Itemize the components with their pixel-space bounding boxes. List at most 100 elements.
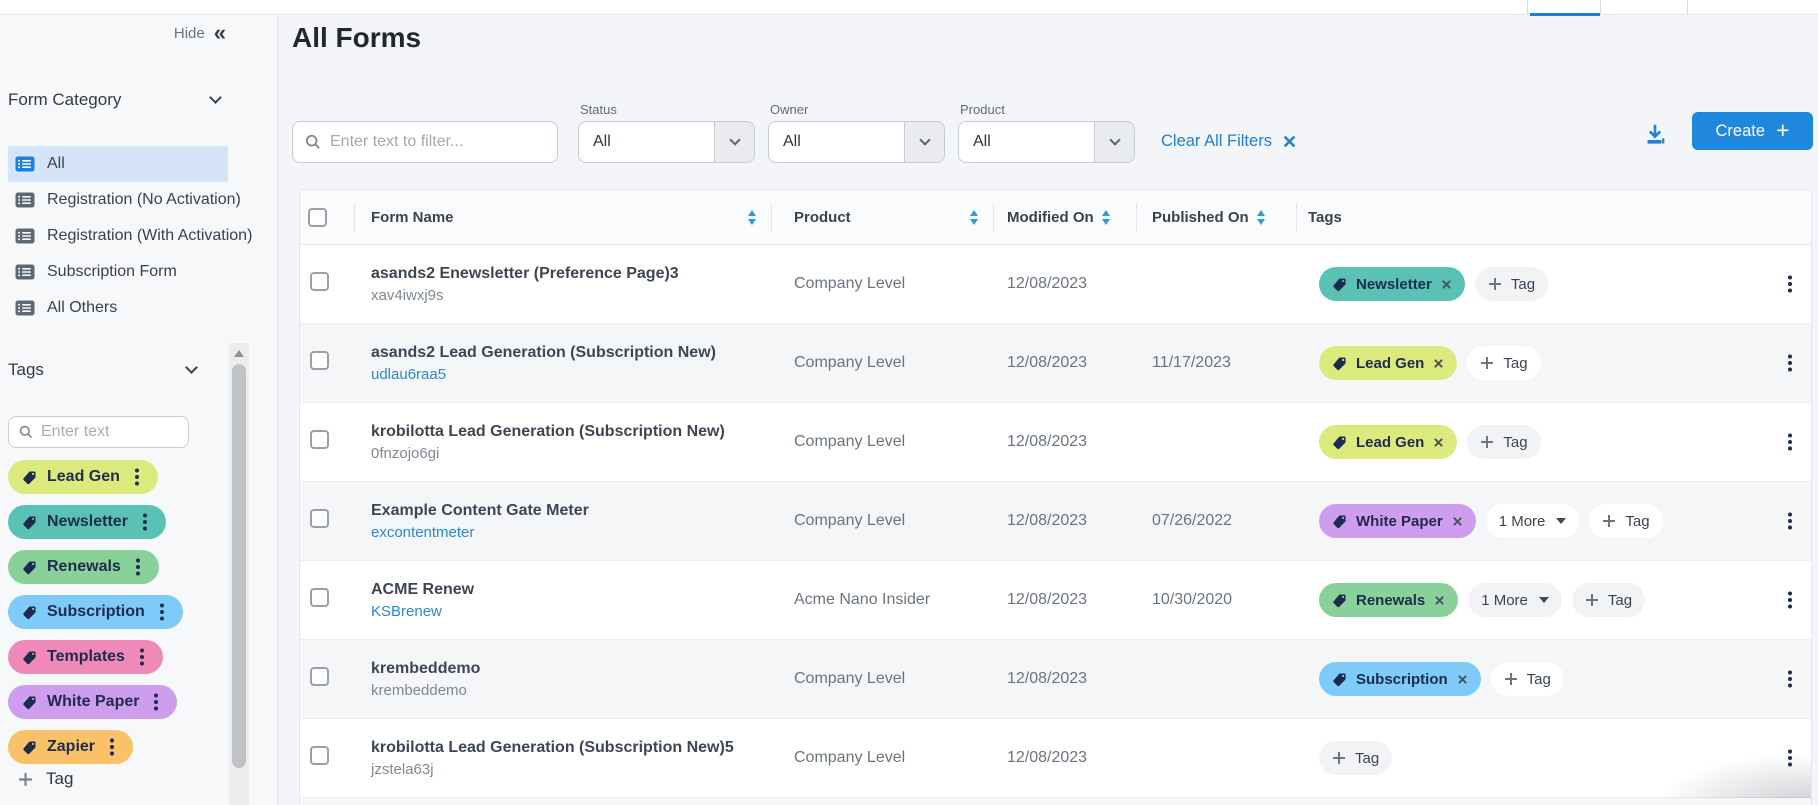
tag-icon [1332, 593, 1347, 608]
add-tag-button[interactable]: Tag [1467, 346, 1540, 380]
more-tags-label: 1 More [1481, 592, 1528, 609]
row-menu-kebab-icon[interactable] [1783, 353, 1797, 373]
form-id[interactable]: krembeddemo [371, 682, 772, 699]
row-menu-kebab-icon[interactable] [1783, 669, 1797, 689]
row-menu-kebab-icon[interactable] [1783, 432, 1797, 452]
row-checkbox[interactable] [310, 509, 329, 528]
sidebar-category-item[interactable]: Registration (No Activation) [8, 182, 228, 218]
form-category-title: Form Category [8, 90, 121, 110]
select-chevron-button[interactable] [714, 122, 754, 162]
remove-tag-icon[interactable] [1457, 674, 1468, 685]
clear-all-filters-button[interactable]: Clear All Filters [1161, 132, 1296, 151]
sidebar-tag-pill[interactable]: Zapier [8, 730, 133, 764]
remove-tag-icon[interactable] [1452, 516, 1463, 527]
form-category-header[interactable]: Form Category [8, 90, 220, 110]
column-header-published-on[interactable]: Published On [1137, 190, 1297, 245]
form-id[interactable]: KSBrenew [371, 603, 772, 620]
filter-text-input[interactable] [330, 133, 545, 151]
hide-sidebar-button[interactable]: Hide « [0, 24, 226, 42]
remove-tag-icon[interactable] [1434, 595, 1445, 606]
published-on-cell: 07/26/2022 [1137, 512, 1297, 530]
sidebar-tag-pill[interactable]: Lead Gen [8, 460, 158, 494]
row-checkbox[interactable] [310, 430, 329, 449]
row-checkbox[interactable] [310, 746, 329, 765]
filter-select[interactable]: All [768, 121, 945, 163]
select-chevron-button[interactable] [904, 122, 944, 162]
tags-header[interactable]: Tags [8, 360, 196, 380]
table-header: Form Name Product Modified On Published … [300, 190, 1811, 245]
sort-icon[interactable] [748, 210, 756, 225]
form-name[interactable]: krembeddemo [371, 660, 772, 678]
add-tag-button[interactable]: Tag [1589, 504, 1662, 538]
remove-tag-icon[interactable] [1441, 279, 1452, 290]
form-name[interactable]: krobilotta Lead Generation (Subscription… [371, 423, 772, 441]
tag-options-kebab-icon[interactable] [135, 647, 149, 667]
row-checkbox[interactable] [310, 667, 329, 686]
more-tags-button[interactable]: 1 More [1468, 583, 1562, 617]
table-row: krobilotta Lead Generation (Subscription… [300, 719, 1811, 798]
filter-select[interactable]: All [578, 121, 755, 163]
form-name[interactable]: asands2 Lead Generation (Subscription Ne… [371, 344, 772, 362]
tag-pill: Lead Gen [1319, 425, 1457, 459]
sidebar-category-item[interactable]: All [8, 146, 228, 182]
form-id[interactable]: 0fnzojo6gi [371, 445, 772, 462]
add-tag-button[interactable]: Tag [1467, 425, 1540, 459]
sidebar-category-item[interactable]: Registration (With Activation) [8, 218, 228, 254]
row-menu-kebab-icon[interactable] [1783, 590, 1797, 610]
sidebar-category-item[interactable]: Subscription Form [8, 254, 228, 290]
select-all-checkbox[interactable] [308, 208, 327, 227]
more-tags-button[interactable]: 1 More [1486, 504, 1580, 538]
form-id[interactable]: xav4iwxj9s [371, 287, 772, 304]
tag-options-kebab-icon[interactable] [105, 737, 119, 757]
add-tag-button[interactable]: Tag [1491, 662, 1564, 696]
filter-label: Status [580, 102, 755, 117]
sort-icon[interactable] [1102, 210, 1110, 225]
row-checkbox[interactable] [310, 588, 329, 607]
form-id[interactable]: jzstela63j [371, 761, 772, 778]
plus-icon [1480, 435, 1494, 449]
remove-tag-icon[interactable] [1433, 358, 1444, 369]
scrollbar-up-arrow[interactable] [234, 350, 244, 357]
form-name[interactable]: krobilotta Lead Generation (Subscription… [371, 739, 772, 757]
column-header-modified-on[interactable]: Modified On [994, 190, 1137, 245]
filter-select[interactable]: All [958, 121, 1135, 163]
tag-search-input[interactable] [41, 423, 178, 441]
scrollbar-thumb[interactable] [232, 364, 246, 768]
sidebar-tag-pill[interactable]: White Paper [8, 685, 177, 719]
tag-options-kebab-icon[interactable] [131, 557, 145, 577]
column-header-form-name[interactable]: Form Name [355, 190, 772, 245]
add-tag-button[interactable]: Tag [1572, 583, 1645, 617]
form-name[interactable]: asands2 Enewsletter (Preference Page)3 [371, 265, 772, 283]
create-button[interactable]: Create + [1692, 112, 1813, 150]
sidebar-tag-pill[interactable]: Newsletter [8, 505, 166, 539]
row-checkbox[interactable] [310, 351, 329, 370]
sidebar-tag-pill[interactable]: Templates [8, 640, 163, 674]
row-menu-kebab-icon[interactable] [1783, 511, 1797, 531]
sidebar-tag-pill[interactable]: Renewals [8, 550, 159, 584]
tag-options-kebab-icon[interactable] [149, 692, 163, 712]
remove-tag-icon[interactable] [1433, 437, 1444, 448]
sidebar-tag-pill[interactable]: Subscription [8, 595, 183, 629]
form-name[interactable]: Example Content Gate Meter [371, 502, 772, 520]
sidebar-scrollbar[interactable] [229, 343, 249, 805]
sidebar-category-item[interactable]: All Others [8, 290, 228, 326]
sidebar-add-tag-button[interactable]: Tag [18, 769, 73, 789]
tag-options-kebab-icon[interactable] [138, 512, 152, 532]
row-menu-kebab-icon[interactable] [1783, 748, 1797, 768]
row-menu-kebab-icon[interactable] [1783, 274, 1797, 294]
form-name[interactable]: ACME Renew [371, 581, 772, 599]
add-tag-button[interactable]: Tag [1319, 741, 1392, 775]
row-checkbox[interactable] [310, 272, 329, 291]
download-button[interactable] [1642, 121, 1668, 147]
column-header-product[interactable]: Product [772, 190, 994, 245]
add-tag-button[interactable]: Tag [1475, 267, 1548, 301]
sort-icon[interactable] [970, 210, 978, 225]
tag-options-kebab-icon[interactable] [155, 602, 169, 622]
sort-icon[interactable] [1257, 210, 1265, 225]
form-id[interactable]: udlau6raa5 [371, 366, 772, 383]
select-chevron-button[interactable] [1094, 122, 1134, 162]
add-tag-label: Tag [1608, 592, 1632, 609]
tag-options-kebab-icon[interactable] [130, 467, 144, 487]
form-id[interactable]: excontentmeter [371, 524, 772, 541]
tag-pill-label: Subscription [1356, 671, 1448, 688]
